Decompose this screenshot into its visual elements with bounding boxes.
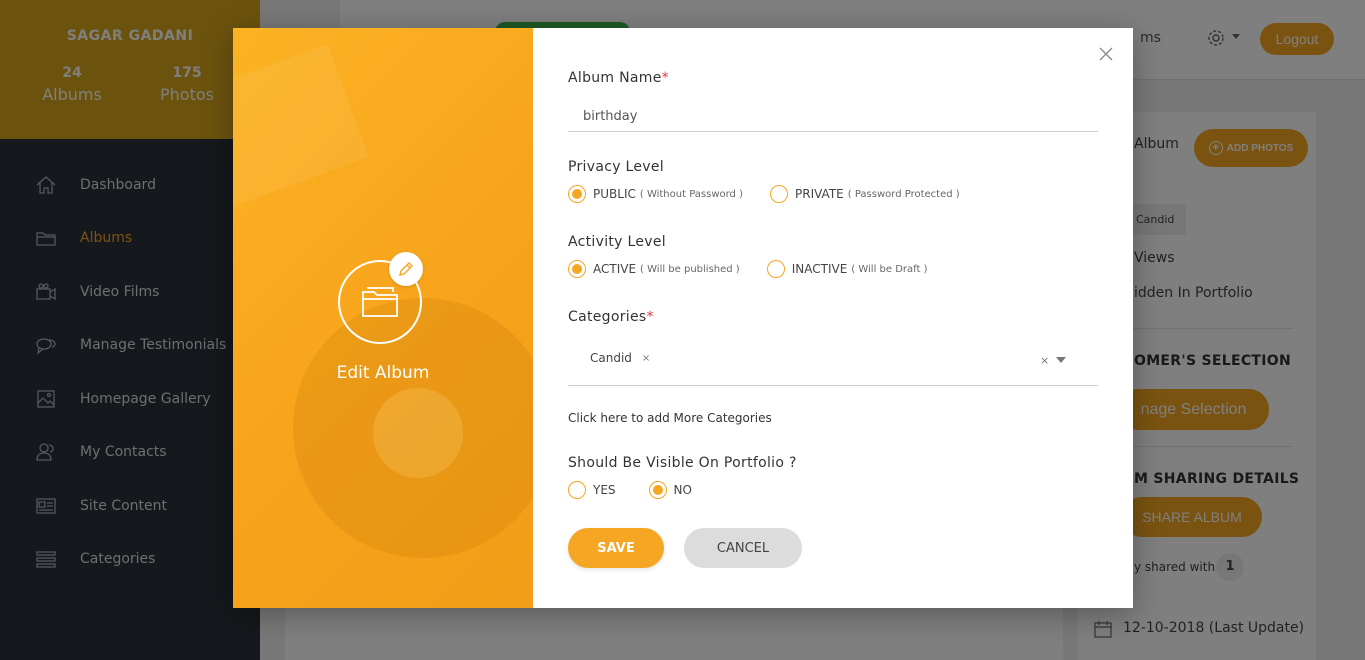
edit-album-modal: Edit Album Album Name* Privacy Level PUB… <box>233 28 1133 608</box>
banner-decoration <box>373 388 463 478</box>
radio-selected-icon <box>568 260 586 278</box>
categories-select[interactable]: Candid × × <box>568 343 1098 386</box>
pencil-icon[interactable] <box>389 252 423 286</box>
radio-hint: ( Without Password ) <box>639 188 743 200</box>
radio-hint: ( Will be Draft ) <box>851 263 928 275</box>
category-chip-label: Candid <box>590 351 632 365</box>
activity-inactive-radio[interactable]: INACTIVE ( Will be Draft ) <box>766 260 928 278</box>
chip-remove-icon[interactable]: × <box>642 353 650 364</box>
radio-selected-icon <box>648 481 667 499</box>
radio-unselected-icon <box>770 185 788 203</box>
radio-label: ACTIVE <box>593 262 637 276</box>
modal-side-banner: Edit Album <box>233 28 533 608</box>
album-name-label: Album Name* <box>568 70 669 86</box>
radio-label: INACTIVE <box>791 262 848 276</box>
radio-label: YES <box>593 483 616 497</box>
radio-selected-icon <box>568 185 586 203</box>
add-categories-link[interactable]: Click here to add More Categories <box>568 411 772 425</box>
privacy-private-radio[interactable]: PRIVATE ( Password Protected ) <box>770 185 960 203</box>
edit-album-form: Album Name* Privacy Level PUBLIC ( Witho… <box>533 28 1133 608</box>
radio-hint: ( Password Protected ) <box>847 188 960 200</box>
privacy-level-group: PUBLIC ( Without Password ) PRIVATE ( Pa… <box>568 185 960 203</box>
album-name-label-text: Album Name <box>568 70 662 86</box>
cancel-button[interactable]: CANCEL <box>684 528 802 568</box>
clear-icon[interactable]: × <box>1040 354 1049 367</box>
portfolio-visibility-label: Should Be Visible On Portfolio ? <box>568 455 797 471</box>
category-chip: Candid × <box>590 351 650 365</box>
categories-label: Categories* <box>568 309 654 325</box>
radio-unselected-icon <box>766 260 785 278</box>
album-name-input[interactable] <box>568 102 1098 132</box>
banner-decoration <box>233 44 369 212</box>
activity-level-label: Activity Level <box>568 234 666 250</box>
modal-title: Edit Album <box>336 363 430 383</box>
activity-active-radio[interactable]: ACTIVE ( Will be published ) <box>568 260 740 278</box>
required-mark: * <box>661 70 669 86</box>
chevron-down-icon[interactable] <box>1056 357 1066 363</box>
activity-level-group: ACTIVE ( Will be published ) INACTIVE ( … <box>568 260 928 278</box>
categories-label-text: Categories <box>568 309 647 325</box>
save-button[interactable]: SAVE <box>568 528 664 568</box>
radio-label: PRIVATE <box>795 187 844 201</box>
portfolio-visibility-group: YES NO <box>568 481 692 499</box>
close-icon[interactable] <box>1099 46 1117 64</box>
radio-hint: ( Will be published ) <box>640 263 740 275</box>
portfolio-yes-radio[interactable]: YES <box>568 481 616 499</box>
privacy-level-label: Privacy Level <box>568 159 664 175</box>
portfolio-no-radio[interactable]: NO <box>648 481 692 499</box>
radio-unselected-icon <box>568 481 586 499</box>
required-mark: * <box>646 309 654 325</box>
privacy-public-radio[interactable]: PUBLIC ( Without Password ) <box>568 185 743 203</box>
radio-label: PUBLIC <box>593 187 636 201</box>
radio-label: NO <box>673 483 692 497</box>
